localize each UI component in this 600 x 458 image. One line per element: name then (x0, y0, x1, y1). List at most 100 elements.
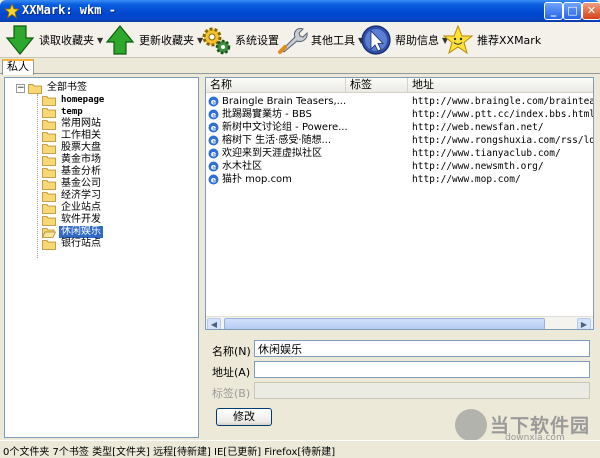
bookmark-url: http://www.tianyaclub.com/ (412, 148, 561, 159)
tree-item-homepage[interactable]: homepage (42, 94, 106, 106)
title-bar[interactable]: XXMark: wkm - _ □ ✕ (0, 0, 600, 22)
modify-button[interactable]: 修改 (216, 408, 272, 426)
bookmark-url: http://www.ptt.cc/index.bbs.html (412, 109, 594, 120)
scroll-left-icon[interactable]: ◀ (207, 318, 221, 329)
bookmark-name: 猫扑 mop.com (222, 174, 292, 185)
close-button[interactable]: ✕ (582, 2, 600, 20)
bookmark-name: 水木社区 (222, 161, 262, 172)
status-bar: 0个文件夹 7个书签 类型[文件夹] 远程[待新建] IE[已更新] Firef… (0, 440, 600, 458)
bookmark-folder-tree[interactable]: − 全部书签 homepage temp 常用网站 工作相关 股票大盘 黄金市场… (4, 77, 199, 438)
table-row[interactable]: e 批踢踢實業坊 - BBS http://www.ptt.cc/index.b… (206, 108, 594, 121)
svg-text:e: e (211, 124, 217, 133)
folder-icon (42, 143, 56, 154)
other-tools-button[interactable]: 其他工具 ▼ (276, 24, 364, 56)
ie-page-icon: e (208, 122, 219, 133)
tree-item-common-sites[interactable]: 常用网站 (42, 118, 103, 130)
recommend-xxmark-button[interactable]: 推荐XXMark (442, 24, 541, 56)
app-star-icon (4, 3, 20, 19)
bookmark-name-cell: e 欢迎来到天涯虚拟社区 (208, 147, 348, 160)
svg-text:e: e (211, 163, 217, 172)
collapse-toggle-icon[interactable]: − (16, 84, 25, 93)
folder-icon (42, 131, 56, 142)
tree-connector-line (37, 94, 38, 258)
list-header: 名称 标签 地址 (206, 78, 593, 93)
table-row[interactable]: e Braingle Brain Teasers,... http://www.… (206, 95, 593, 108)
tree-item-economics[interactable]: 经济学习 (42, 190, 103, 202)
tag-label: 标签(B) (212, 387, 251, 400)
status-text: 0个文件夹 7个书签 类型[文件夹] 远程[待新建] IE[已更新] Firef… (3, 447, 336, 458)
update-favorites-button[interactable]: 更新收藏夹 ▼ (104, 24, 203, 56)
bookmark-name: 新树中文讨论组 - Powere... (222, 122, 348, 133)
table-row[interactable]: e 新树中文讨论组 - Powere... http://web.newsfan… (206, 121, 593, 134)
chevron-down-icon[interactable]: ▼ (97, 36, 103, 45)
column-header-url[interactable]: 地址 (408, 78, 593, 93)
bookmark-name-cell: e 猫扑 mop.com (208, 173, 348, 186)
tree-item-label: 黄金市场 (61, 154, 101, 165)
tree-item-label: 工作相关 (61, 130, 101, 141)
table-row[interactable]: e 欢迎来到天涯虚拟社区 http://www.tianyaclub.com/ (206, 147, 593, 160)
tree-item-temp[interactable]: temp (42, 106, 85, 118)
url-label: 地址(A) (212, 366, 251, 379)
tree-item-label: 经济学习 (61, 190, 101, 201)
tree-item-label: 常用网站 (61, 118, 101, 129)
tag-field[interactable] (254, 382, 590, 399)
tree-item-fund-companies[interactable]: 基金公司 (42, 178, 103, 190)
folder-icon (42, 239, 56, 250)
recommend-xxmark-label: 推荐XXMark (477, 34, 542, 47)
bookmark-url: http://www.rongshuxia.com/rss/ld_index (412, 135, 593, 146)
tree-root[interactable]: 全部书签 (28, 82, 89, 94)
folder-icon (42, 179, 56, 190)
bookmark-list[interactable]: 名称 标签 地址 e Braingle Brain Teasers,... ht… (205, 77, 594, 330)
gears-icon (202, 27, 231, 55)
bookmark-url: http://www.braingle.com/brainteasers/i (412, 96, 593, 107)
tree-item-label: 企业站点 (61, 202, 101, 213)
svg-text:e: e (211, 111, 217, 120)
tab-strip: 私人 (0, 58, 600, 75)
tree-item-label: 股票大盘 (61, 142, 101, 153)
scroll-right-icon[interactable]: ▶ (577, 318, 591, 329)
svg-text:e: e (211, 137, 217, 146)
system-settings-label: 系统设置 (235, 34, 279, 47)
tree-item-software-dev[interactable]: 软件开发 (42, 214, 103, 226)
folder-icon (28, 83, 42, 94)
bookmark-url: http://www.mop.com/ (412, 174, 521, 185)
scrollbar-thumb[interactable] (224, 318, 545, 329)
bookmark-name-cell: e 新树中文讨论组 - Powere... (208, 121, 348, 134)
tree-item-stocks[interactable]: 股票大盘 (42, 142, 103, 154)
name-field[interactable] (254, 340, 590, 357)
minimize-button[interactable]: _ (544, 2, 563, 20)
tree-item-banks[interactable]: 银行站点 (42, 238, 103, 250)
tree-item-gold[interactable]: 黄金市场 (42, 154, 103, 166)
update-favorites-label: 更新收藏夹 (139, 34, 194, 47)
ie-page-icon: e (208, 96, 219, 107)
column-header-name[interactable]: 名称 (206, 78, 346, 93)
read-favorites-button[interactable]: 读取收藏夹 ▼ (4, 24, 103, 56)
tree-item-label: homepage (61, 95, 105, 105)
table-row[interactable]: e 水木社区 http://www.newsmth.org/ (206, 160, 593, 173)
tree-item-label: 基金分析 (61, 166, 101, 177)
table-row[interactable]: e 榕树下 生活·感受·随想... http://www.rongshuxia.… (206, 134, 593, 147)
main-toolbar: 读取收藏夹 ▼ 更新收藏夹 ▼ 系统设置 其他工具 ▼ 帮助信息 ▼ 推荐XXM… (0, 22, 600, 58)
help-info-button[interactable]: 帮助信息 ▼ (360, 24, 448, 56)
bookmark-name-cell: e Braingle Brain Teasers,... (208, 95, 348, 108)
folder-icon (42, 119, 56, 130)
wrench-icon (278, 28, 308, 54)
url-field[interactable] (254, 361, 590, 378)
help-info-label: 帮助信息 (395, 34, 439, 47)
bookmark-name: 批踢踢實業坊 - BBS (222, 109, 312, 120)
folder-icon (42, 215, 56, 226)
maximize-button[interactable]: □ (563, 2, 582, 20)
tree-item-fund-analysis[interactable]: 基金分析 (42, 166, 103, 178)
system-settings-button[interactable]: 系统设置 (200, 24, 279, 56)
bookmark-url: http://www.newsmth.org/ (412, 161, 544, 172)
tree-item-work[interactable]: 工作相关 (42, 130, 103, 142)
column-header-tag[interactable]: 标签 (346, 78, 408, 93)
tab-private[interactable]: 私人 (2, 59, 34, 75)
folder-icon (42, 155, 56, 166)
tree-item-enterprise[interactable]: 企业站点 (42, 202, 103, 214)
ie-page-icon: e (208, 109, 219, 120)
horizontal-scrollbar[interactable]: ◀ ▶ (206, 316, 593, 329)
help-cursor-icon (361, 25, 391, 55)
table-row[interactable]: e 猫扑 mop.com http://www.mop.com/ (206, 173, 593, 186)
tree-item-leisure[interactable]: 休闲娱乐 (42, 226, 103, 238)
